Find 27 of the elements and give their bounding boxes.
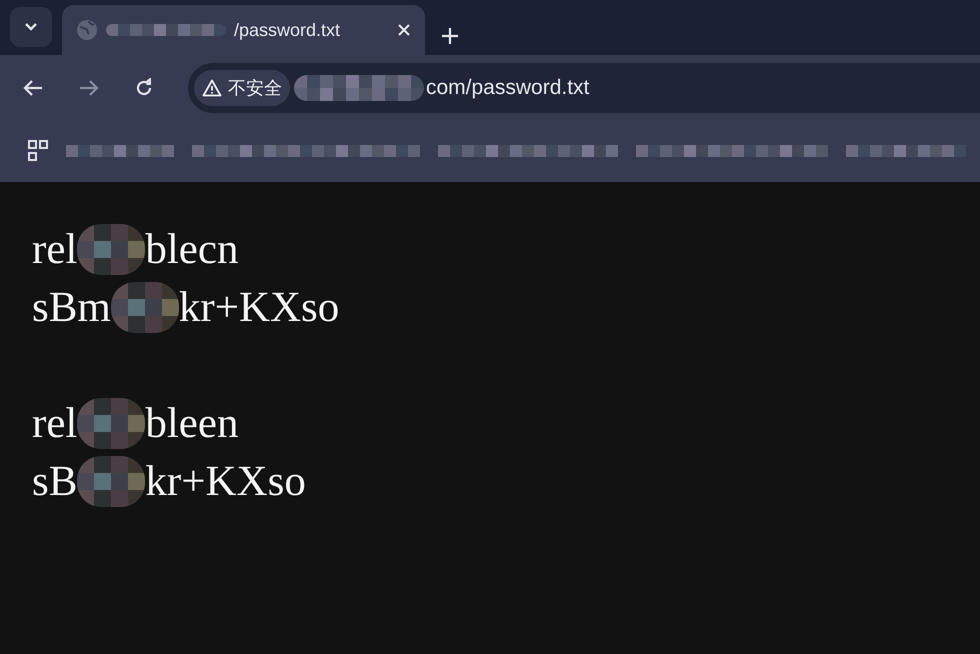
text-line-end: kr+KXso bbox=[178, 282, 340, 332]
security-chip[interactable]: 不安全 bbox=[194, 70, 290, 106]
forward-icon[interactable] bbox=[78, 78, 100, 96]
redaction-mosaic bbox=[77, 456, 146, 506]
text-line-start: sBm bbox=[32, 282, 111, 332]
redaction-mosaic bbox=[77, 224, 146, 274]
tab-list-button[interactable] bbox=[10, 7, 52, 47]
tab-title: /password.txt bbox=[234, 20, 340, 40]
text-line-start: rel bbox=[32, 398, 78, 448]
text-line-end: bleen bbox=[145, 398, 238, 448]
redaction-mosaic bbox=[77, 398, 146, 448]
text-line-end: blecn bbox=[145, 224, 238, 274]
text-line-end: kr+KXso bbox=[145, 456, 306, 506]
reload-icon[interactable] bbox=[134, 78, 154, 98]
new-tab-icon[interactable] bbox=[441, 27, 459, 45]
caret-icon bbox=[24, 22, 38, 32]
close-icon[interactable] bbox=[397, 23, 411, 37]
url-text: com/password.txt bbox=[426, 76, 590, 100]
text-line-start: rel bbox=[32, 224, 78, 274]
redaction-mosaic bbox=[110, 282, 179, 332]
address-bar[interactable]: 不安全 com/password.txt bbox=[188, 62, 980, 112]
back-icon[interactable] bbox=[22, 78, 44, 96]
apps-icon[interactable] bbox=[28, 140, 48, 162]
warning-icon bbox=[202, 78, 222, 96]
browser-tab[interactable]: /password.txt bbox=[62, 5, 425, 55]
globe-icon bbox=[76, 19, 98, 41]
text-line-start: sB bbox=[32, 456, 78, 506]
